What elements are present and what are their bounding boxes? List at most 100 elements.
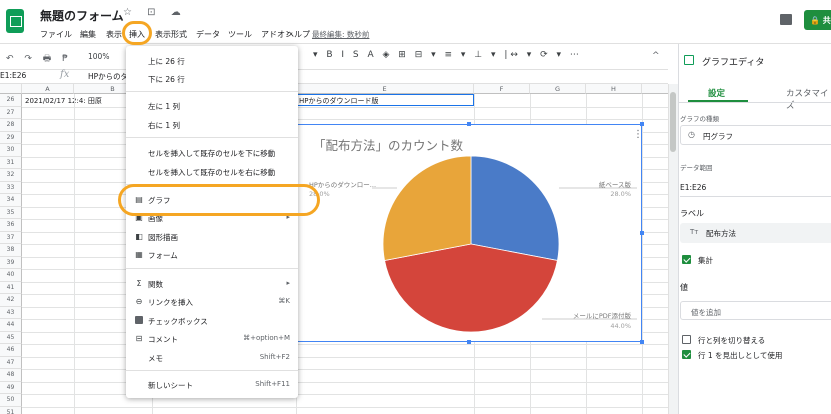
row-header[interactable]: 30 — [0, 144, 22, 157]
row-header[interactable]: 35 — [0, 206, 22, 219]
row-header[interactable]: 29 — [0, 131, 22, 144]
column-header-f[interactable]: F — [474, 84, 530, 94]
menu-item-insert-rows-below[interactable]: 下に 26 行 — [126, 70, 298, 88]
menu-format[interactable]: 表示形式 — [155, 29, 187, 40]
tab-setup[interactable]: 設定 — [708, 87, 725, 99]
zoom-select[interactable]: 100% — [88, 52, 109, 61]
chart-resize-handle[interactable] — [640, 340, 644, 344]
name-box[interactable]: E1:E26 — [0, 71, 48, 80]
menu-item-insert-cells-shift-right[interactable]: セルを挿入して既存のセルを右に移動 — [126, 163, 298, 181]
row-header[interactable]: 45 — [0, 331, 22, 344]
row-header[interactable]: 49 — [0, 381, 22, 394]
formatting-toolbar-icons[interactable]: ▾ B I S A ◈ ⊞ ⊟ ▾ ≡ ▾ ⊥ ▾ |↔ ▾ ⟳ ▾ ⋯ — [313, 50, 582, 60]
row-header[interactable]: 51 — [0, 406, 22, 414]
menu-item-insert-link[interactable]: ⊖ リンクを挿入 ⌘K — [126, 293, 298, 311]
menu-item-checkbox[interactable]: チェックボックス — [126, 312, 298, 330]
menu-item-insert-rows-above[interactable]: 上に 26 行 — [126, 52, 298, 70]
highlight-insert-menu — [122, 21, 152, 45]
row-gridline — [22, 381, 668, 383]
lock-icon: 🔒 — [810, 16, 820, 25]
document-title[interactable]: 無題のフォーム — [40, 7, 124, 24]
menu-item-label: コメント — [148, 335, 178, 344]
menu-item-insert-col-left[interactable]: 左に 1 列 — [126, 97, 298, 115]
switch-rows-cols-checkbox[interactable] — [682, 335, 691, 344]
pie-chart-object[interactable]: 「配布方法」のカウント数 ⋮ 紙ベース版 28.0% メールにPDF添付版 44.0%… — [296, 124, 643, 342]
row-header[interactable]: 39 — [0, 256, 22, 269]
menu-help[interactable]: ヘルプ — [286, 29, 310, 40]
row-header[interactable]: 43 — [0, 306, 22, 319]
slice-hp-download[interactable] — [382, 155, 472, 261]
row-header[interactable]: 42 — [0, 294, 22, 307]
aggregate-checkbox[interactable] — [682, 255, 691, 264]
use-row1-header-checkbox[interactable] — [682, 350, 691, 359]
menu-item-comment[interactable]: ⊟ コメント ⌘+option+M — [126, 330, 298, 348]
cell-a26[interactable]: 2021/02/17 12:4: 田原 — [25, 96, 102, 106]
row-header[interactable]: 37 — [0, 231, 22, 244]
chart-resize-handle[interactable] — [640, 122, 644, 126]
menu-item-label: 新しいシート — [148, 381, 193, 390]
row-header[interactable]: 33 — [0, 181, 22, 194]
slice-label-name: HPからのダウンロー... — [309, 180, 376, 189]
add-value-field[interactable]: 値を追加 — [680, 301, 831, 320]
last-edit-link[interactable]: 最終編集: 数秒前 — [312, 29, 369, 40]
share-button[interactable]: 🔒 共有 — [804, 10, 831, 30]
collapse-toolbar-icon[interactable]: ^ — [652, 51, 660, 61]
row-header[interactable]: 50 — [0, 394, 22, 407]
menu-item-drawing[interactable]: ◧ 図形描画 — [126, 228, 298, 246]
select-all-corner[interactable] — [0, 84, 22, 94]
star-move-cloud-icons[interactable]: ☆ ⊡ ☁ — [123, 7, 187, 18]
chart-resize-handle[interactable] — [640, 231, 644, 235]
menu-item-label: 右に 1 列 — [148, 121, 181, 130]
menu-item-insert-cells-shift-down[interactable]: セルを挿入して既存のセルを下に移動 — [126, 144, 298, 162]
menu-tools[interactable]: ツール — [228, 29, 252, 40]
field-underline — [680, 196, 831, 197]
row-header[interactable]: 32 — [0, 169, 22, 182]
chart-resize-handle[interactable] — [467, 122, 471, 126]
column-header-g[interactable]: G — [530, 84, 586, 94]
slice-email-pdf[interactable] — [384, 243, 558, 333]
cell-e26-selected[interactable]: HPからのダウンロード版 — [296, 94, 474, 106]
row-header[interactable]: 36 — [0, 219, 22, 232]
menu-data[interactable]: データ — [196, 29, 220, 40]
undo-redo-print-paint-icons[interactable]: ↶ ↷ 🖶 ₱ — [6, 51, 72, 67]
row-header[interactable]: 38 — [0, 244, 22, 257]
column-header-e[interactable]: E — [296, 84, 474, 94]
column-header-a[interactable]: A — [22, 84, 74, 94]
scrollbar-thumb[interactable] — [670, 92, 676, 152]
label-field[interactable]: Tт 配布方法 — [680, 223, 831, 243]
data-range-input[interactable]: E1:E26 — [680, 183, 706, 192]
row-header[interactable]: 26 — [0, 94, 22, 107]
menu-item-new-sheet[interactable]: 新しいシート Shift+F11 — [126, 376, 298, 394]
fx-icon: fx — [60, 69, 70, 80]
formula-input[interactable]: HPからのダ — [88, 71, 128, 82]
menu-item-function[interactable]: Σ 関数 ▸ — [126, 275, 298, 293]
row-header[interactable]: 28 — [0, 119, 22, 132]
menu-item-form[interactable]: ▦ フォーム — [126, 246, 298, 264]
row-header[interactable]: 41 — [0, 281, 22, 294]
column-header-i[interactable] — [642, 84, 668, 94]
row-header[interactable]: 44 — [0, 319, 22, 332]
menu-divider — [126, 268, 298, 269]
sigma-icon: Σ — [136, 279, 142, 288]
data-range-label: データ範囲 — [680, 164, 713, 172]
row-header[interactable]: 27 — [0, 106, 22, 119]
row-header[interactable]: 40 — [0, 269, 22, 282]
comment-history-icon[interactable] — [780, 14, 792, 25]
column-header-h[interactable]: H — [586, 84, 642, 94]
menu-item-insert-col-right[interactable]: 右に 1 列 — [126, 116, 298, 134]
tab-customize[interactable]: カスタマイズ — [786, 87, 831, 111]
menu-view[interactable]: 表示 — [106, 29, 122, 40]
row-header[interactable]: 34 — [0, 194, 22, 207]
switch-rows-cols-label: 行と列を切り替える — [698, 336, 766, 345]
sheets-logo-icon[interactable] — [6, 9, 24, 33]
menu-file[interactable]: ファイル — [40, 29, 72, 40]
row-header[interactable]: 46 — [0, 344, 22, 357]
row-header[interactable]: 47 — [0, 356, 22, 369]
row-header[interactable]: 48 — [0, 369, 22, 382]
chart-resize-handle[interactable] — [467, 340, 471, 344]
row-header[interactable]: 31 — [0, 156, 22, 169]
chart-type-select[interactable]: ◷ 円グラフ — [680, 125, 831, 145]
menu-item-note[interactable]: メモ Shift+F2 — [126, 349, 298, 367]
menu-edit[interactable]: 編集 — [80, 29, 96, 40]
slice-paper[interactable] — [470, 155, 560, 261]
